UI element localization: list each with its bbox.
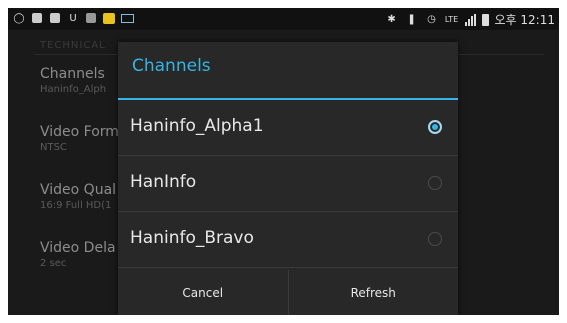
setting-subtitle: 2 sec [40, 258, 67, 269]
section-header: TECHNICAL [40, 40, 106, 51]
radio-unselected-icon[interactable] [428, 176, 442, 190]
app-icon: ◯ [13, 12, 25, 24]
gallery-icon [48, 11, 62, 25]
channel-label: HanInfo [130, 172, 197, 192]
channel-option[interactable]: Haninfo_Bravo [118, 212, 458, 268]
cancel-button[interactable]: Cancel [118, 270, 288, 315]
setting-title: Video Dela [40, 240, 116, 256]
setting-channels[interactable]: Channels Haninfo_Alph [40, 66, 106, 95]
battery-icon [481, 13, 489, 26]
dialog-title: Channels [132, 56, 211, 76]
setting-subtitle: Haninfo_Alph [40, 84, 107, 95]
lte-icon: LTE [444, 15, 459, 24]
setting-subtitle: 16:9 Full HD(1 [40, 200, 112, 211]
system-icons: ✱ ❚ ◷ LTE 오후 12:11 [385, 11, 555, 28]
setting-title: Channels [40, 66, 105, 82]
radio-unselected-icon[interactable] [428, 232, 442, 246]
notification-icons: ◯ U [12, 11, 134, 25]
channel-option[interactable]: HanInfo [118, 156, 458, 212]
setting-title: Video Qual [40, 182, 117, 198]
signal-icon [464, 13, 476, 26]
mail-icon [120, 11, 134, 25]
image-icon [84, 11, 98, 25]
vibrate-mute-icon: ❚ [407, 14, 416, 25]
device-screen: ◯ U ✱ ❚ ◷ LTE 오후 12:11 TECHNICAL Channel… [8, 8, 559, 315]
setting-video-format[interactable]: Video Form NTSC [40, 124, 119, 153]
refresh-button[interactable]: Refresh [289, 270, 459, 315]
channel-option[interactable]: Haninfo_Alpha1 [118, 100, 458, 156]
setting-video-quality[interactable]: Video Qual 16:9 Full HD(1 [40, 182, 116, 211]
alarm-icon: ◷ [427, 14, 436, 25]
setting-title: Video Form [40, 124, 119, 140]
setting-subtitle: NTSC [40, 142, 67, 153]
usb-debug-icon: U [69, 12, 77, 24]
channel-label: Haninfo_Bravo [130, 228, 254, 248]
radio-selected-icon[interactable] [428, 120, 442, 134]
clock: 오후 12:11 [494, 13, 555, 27]
channels-dialog: Channels Haninfo_Alpha1 HanInfo Haninfo_… [118, 42, 458, 315]
status-bar: ◯ U ✱ ❚ ◷ LTE 오후 12:11 [8, 8, 559, 30]
dialog-buttons: Cancel Refresh [118, 270, 458, 315]
bluetooth-icon: ✱ [387, 14, 396, 25]
gallery-icon [30, 11, 44, 25]
channel-label: Haninfo_Alpha1 [130, 116, 264, 136]
chat-icon [102, 11, 116, 25]
setting-video-delay[interactable]: Video Dela 2 sec [40, 240, 116, 269]
